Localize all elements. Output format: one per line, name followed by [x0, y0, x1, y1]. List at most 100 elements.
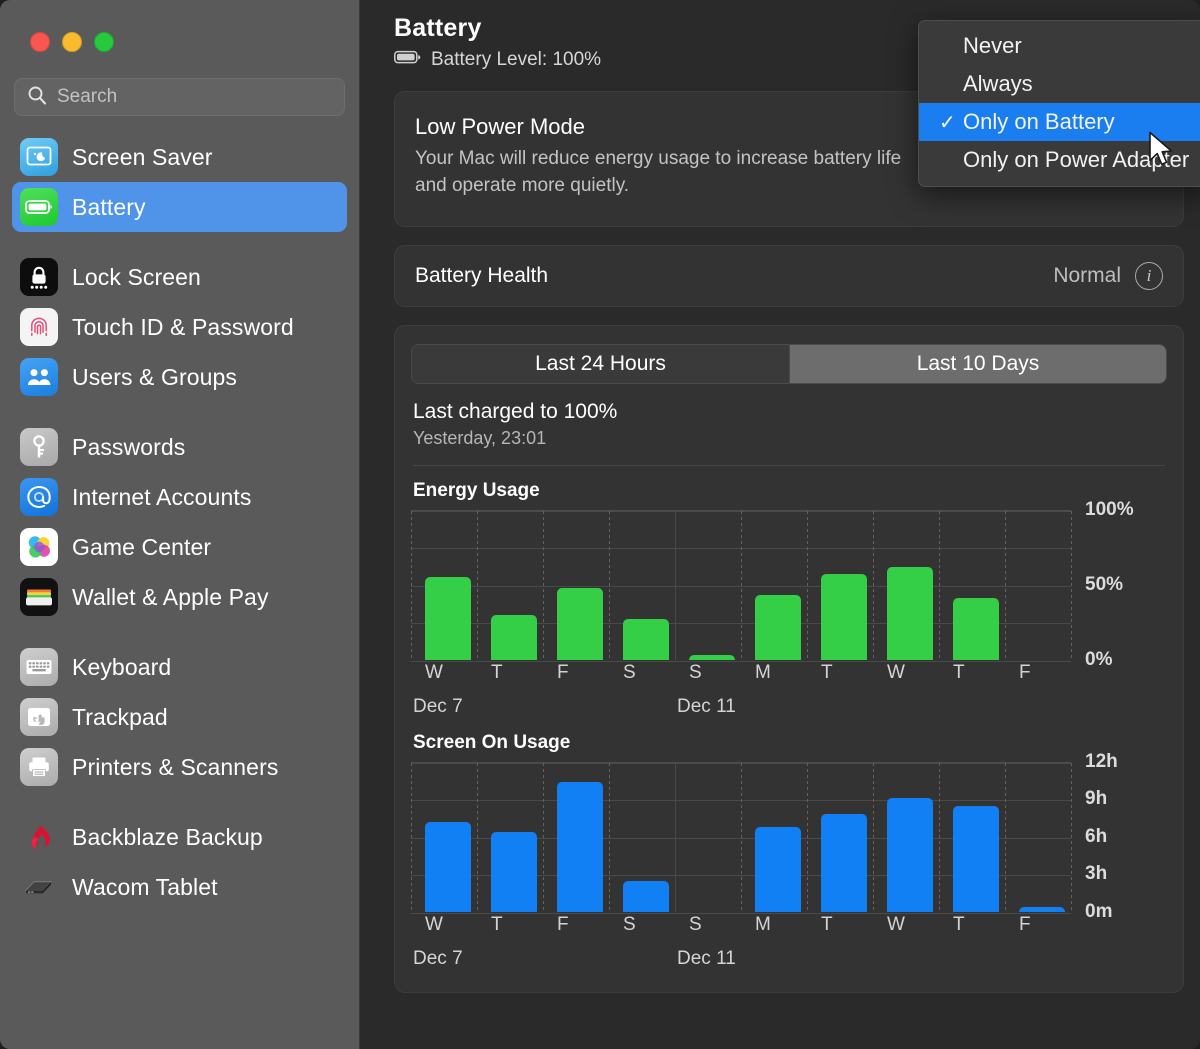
- y-tick-label: 0m: [1085, 901, 1112, 923]
- sidebar-item-battery[interactable]: Battery: [12, 182, 347, 232]
- sidebar-item-backblaze-backup[interactable]: Backblaze Backup: [12, 812, 347, 862]
- sidebar-item-trackpad[interactable]: Trackpad: [12, 692, 347, 742]
- bar: [755, 827, 801, 912]
- minimize-button[interactable]: [62, 32, 82, 52]
- date-axis-pad: [1071, 696, 1167, 718]
- search-field[interactable]: Search: [14, 78, 345, 116]
- bar: [755, 595, 801, 660]
- bar: [491, 832, 537, 912]
- energy-usage-x-axis: WTFSSMTWTF: [411, 662, 1167, 684]
- bar-slot: [675, 763, 741, 912]
- x-tick-label: T: [491, 914, 543, 936]
- x-tick-label: T: [821, 662, 873, 684]
- bar: [689, 655, 735, 660]
- sidebar: Search Screen Saver: [0, 0, 360, 1049]
- sidebar-item-label: Battery: [72, 194, 146, 221]
- sidebar-group-1: Screen Saver Battery: [0, 132, 359, 232]
- bar-slot: [873, 511, 939, 660]
- menu-item-only-on-battery[interactable]: ✓ Only on Battery: [919, 103, 1200, 141]
- zoom-button[interactable]: [94, 32, 114, 52]
- sidebar-item-lock-screen[interactable]: Lock Screen: [12, 252, 347, 302]
- low-power-mode-description: Your Mac will reduce energy usage to inc…: [415, 146, 935, 200]
- sidebar-item-users-groups[interactable]: Users & Groups: [12, 352, 347, 402]
- date-slot: [609, 696, 675, 718]
- sidebar-item-internet-accounts[interactable]: Internet Accounts: [12, 472, 347, 522]
- sidebar-item-keyboard[interactable]: Keyboard: [12, 642, 347, 692]
- sidebar-item-label: Backblaze Backup: [72, 824, 263, 851]
- screen-on-usage-title: Screen On Usage: [413, 732, 1167, 754]
- y-tick-label: 50%: [1085, 574, 1123, 596]
- screen-on-usage-date-axis: Dec 7Dec 11: [411, 948, 1167, 970]
- last-charged-block: Last charged to 100% Yesterday, 23:01: [411, 400, 1167, 449]
- x-tick-slot: W: [411, 662, 477, 684]
- menu-item-never[interactable]: Never: [919, 27, 1200, 65]
- x-tick-label: W: [425, 662, 477, 684]
- sidebar-item-touch-id[interactable]: Touch ID & Password: [12, 302, 347, 352]
- sidebar-item-label: Wacom Tablet: [72, 874, 218, 901]
- x-tick-slot: T: [807, 662, 873, 684]
- sidebar-item-game-center[interactable]: Game Center: [12, 522, 347, 572]
- screen-on-usage-x-axis: WTFSSMTWTF: [411, 914, 1167, 936]
- energy-usage-plot: [411, 510, 1071, 660]
- keyboard-icon: [20, 648, 58, 686]
- date-slot: Dec 7: [411, 696, 477, 718]
- date-slot: [939, 696, 1005, 718]
- energy-usage-y-axis: 100%50%0%: [1081, 510, 1167, 660]
- x-tick-label: T: [953, 662, 1005, 684]
- x-tick-slot: T: [939, 914, 1005, 936]
- sidebar-item-label: Users & Groups: [72, 364, 237, 391]
- sidebar-item-label: Lock Screen: [72, 264, 201, 291]
- date-slot: [741, 948, 807, 970]
- x-tick-label: M: [755, 662, 807, 684]
- usage-range-tabs[interactable]: Last 24 Hours Last 10 Days: [411, 344, 1167, 384]
- battery-health-row[interactable]: Battery Health Normal i: [394, 245, 1184, 307]
- sidebar-divider-3: [0, 622, 359, 642]
- sidebar-item-screen-saver[interactable]: Screen Saver: [12, 132, 347, 182]
- bar: [821, 814, 867, 912]
- low-power-mode-dropdown-menu[interactable]: Never Always ✓ Only on Battery Only on P…: [918, 20, 1200, 187]
- search-icon: [27, 85, 47, 110]
- date-slot: [1005, 696, 1071, 718]
- sidebar-item-label: Keyboard: [72, 654, 171, 681]
- sidebar-divider-1: [0, 232, 359, 252]
- tab-last-10-days[interactable]: Last 10 Days: [789, 345, 1166, 383]
- screen-on-usage-y-axis: 12h9h6h3h0m: [1081, 762, 1167, 912]
- date-slot: [741, 696, 807, 718]
- menu-item-only-on-power-adapter[interactable]: Only on Power Adapter: [919, 141, 1200, 179]
- menu-item-label: Only on Battery: [963, 109, 1115, 135]
- bar-slot: [411, 511, 477, 660]
- sidebar-item-wacom-tablet[interactable]: Wacom Tablet: [12, 862, 347, 912]
- sidebar-item-passwords[interactable]: Passwords: [12, 422, 347, 472]
- battery-icon: [20, 188, 58, 226]
- trackpad-icon: [20, 698, 58, 736]
- sidebar-item-label: Printers & Scanners: [72, 754, 278, 781]
- day-separator: [1071, 511, 1072, 660]
- bar-slot: [609, 511, 675, 660]
- bar-slot: [675, 511, 741, 660]
- x-tick-slot: M: [741, 914, 807, 936]
- sidebar-item-wallet-apple-pay[interactable]: Wallet & Apple Pay: [12, 572, 347, 622]
- bar: [623, 881, 669, 912]
- sidebar-group-5: Backblaze Backup: [0, 812, 359, 912]
- tab-last-24-hours[interactable]: Last 24 Hours: [412, 345, 789, 383]
- bar: [557, 782, 603, 912]
- lock-icon: [20, 258, 58, 296]
- sidebar-item-label: Trackpad: [72, 704, 168, 731]
- backblaze-flame-icon: [20, 818, 58, 856]
- bar: [425, 822, 471, 912]
- bar-slot: [543, 763, 609, 912]
- date-slot: [939, 948, 1005, 970]
- bar-slot: [939, 763, 1005, 912]
- menu-item-always[interactable]: Always: [919, 65, 1200, 103]
- wallet-icon: [20, 578, 58, 616]
- close-button[interactable]: [30, 32, 50, 52]
- date-slot: Dec 7: [411, 948, 477, 970]
- date-slot: [1005, 948, 1071, 970]
- x-tick-slot: M: [741, 662, 807, 684]
- system-settings-window: Search Screen Saver: [0, 0, 1200, 1049]
- bar-slot: [543, 511, 609, 660]
- last-charged-time: Yesterday, 23:01: [413, 428, 1167, 449]
- sidebar-nav: Screen Saver Battery: [0, 132, 359, 912]
- info-circle-icon[interactable]: i: [1135, 262, 1163, 290]
- sidebar-item-printers-scanners[interactable]: Printers & Scanners: [12, 742, 347, 792]
